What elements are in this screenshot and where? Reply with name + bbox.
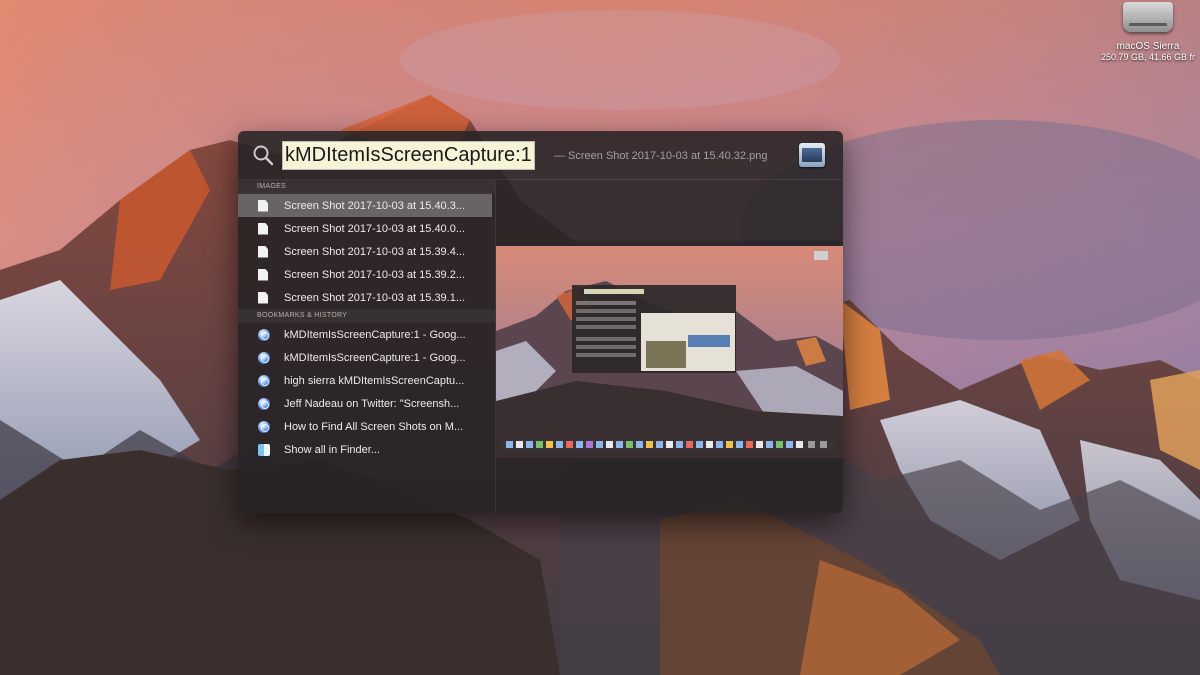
- spotlight-search-bar: kMDItemIsScreenCapture:1 — Screen Shot 2…: [238, 131, 843, 180]
- result-label: Screen Shot 2017-10-03 at 15.39.2...: [284, 268, 466, 281]
- safari-icon: [258, 374, 270, 387]
- safari-icon: [258, 420, 270, 433]
- section-header-images: IMAGES: [238, 180, 495, 194]
- image-preview-icon: [799, 143, 825, 167]
- search-completion-hint: — Screen Shot 2017-10-03 at 15.40.32.png: [554, 150, 768, 162]
- spotlight-search-input[interactable]: kMDItemIsScreenCapture:1: [282, 141, 535, 170]
- section-header-bookmarks: BOOKMARKS & HISTORY: [238, 309, 495, 323]
- safari-icon: [258, 397, 270, 410]
- result-item[interactable]: Screen Shot 2017-10-03 at 15.39.1...: [238, 286, 495, 309]
- result-item[interactable]: Screen Shot 2017-10-03 at 15.40.3...: [238, 194, 492, 217]
- hard-drive-icon: [1123, 2, 1173, 32]
- result-label: kMDItemIsScreenCapture:1 - Goog...: [284, 328, 466, 341]
- spotlight-window: kMDItemIsScreenCapture:1 — Screen Shot 2…: [238, 131, 843, 513]
- drive-name-label: macOS Sierra: [1116, 41, 1180, 52]
- desktop-drive[interactable]: macOS Sierra 250.79 GB, 41.66 GB fr: [1096, 0, 1200, 72]
- file-icon: [258, 222, 268, 235]
- preview-pane: [496, 180, 843, 513]
- spotlight-results-list: IMAGES Screen Shot 2017-10-03 at 15.40.3…: [238, 180, 496, 513]
- result-item[interactable]: Jeff Nadeau on Twitter: "Screensh...: [238, 392, 495, 415]
- finder-icon: [258, 443, 270, 456]
- safari-icon: [258, 328, 270, 341]
- result-item[interactable]: How to Find All Screen Shots on M...: [238, 415, 495, 438]
- search-icon: [253, 145, 274, 166]
- file-icon: [258, 291, 268, 304]
- show-all-in-finder[interactable]: Show all in Finder...: [238, 438, 495, 461]
- result-item[interactable]: high sierra kMDItemIsScreenCaptu...: [238, 369, 495, 392]
- file-icon: [258, 245, 268, 258]
- result-item[interactable]: kMDItemIsScreenCapture:1 - Goog...: [238, 346, 495, 369]
- result-label: Screen Shot 2017-10-03 at 15.40.0...: [284, 222, 466, 235]
- result-label: Screen Shot 2017-10-03 at 15.39.4...: [284, 245, 466, 258]
- result-label: high sierra kMDItemIsScreenCaptu...: [284, 374, 465, 387]
- result-label: How to Find All Screen Shots on M...: [284, 420, 464, 433]
- file-icon: [258, 268, 268, 281]
- result-item[interactable]: Screen Shot 2017-10-03 at 15.40.0...: [238, 217, 495, 240]
- file-icon: [258, 199, 268, 212]
- screenshot-preview-image: [496, 241, 843, 458]
- show-all-label: Show all in Finder...: [284, 443, 380, 456]
- result-label: Screen Shot 2017-10-03 at 15.40.3...: [284, 199, 466, 212]
- safari-icon: [258, 351, 270, 364]
- result-label: Jeff Nadeau on Twitter: "Screensh...: [284, 397, 460, 410]
- drive-capacity-label: 250.79 GB, 41.66 GB fr: [1100, 52, 1196, 62]
- result-item[interactable]: Screen Shot 2017-10-03 at 15.39.2...: [238, 263, 495, 286]
- result-label: Screen Shot 2017-10-03 at 15.39.1...: [284, 291, 466, 304]
- result-label: kMDItemIsScreenCapture:1 - Goog...: [284, 351, 466, 364]
- result-item[interactable]: kMDItemIsScreenCapture:1 - Goog...: [238, 323, 495, 346]
- result-item[interactable]: Screen Shot 2017-10-03 at 15.39.4...: [238, 240, 495, 263]
